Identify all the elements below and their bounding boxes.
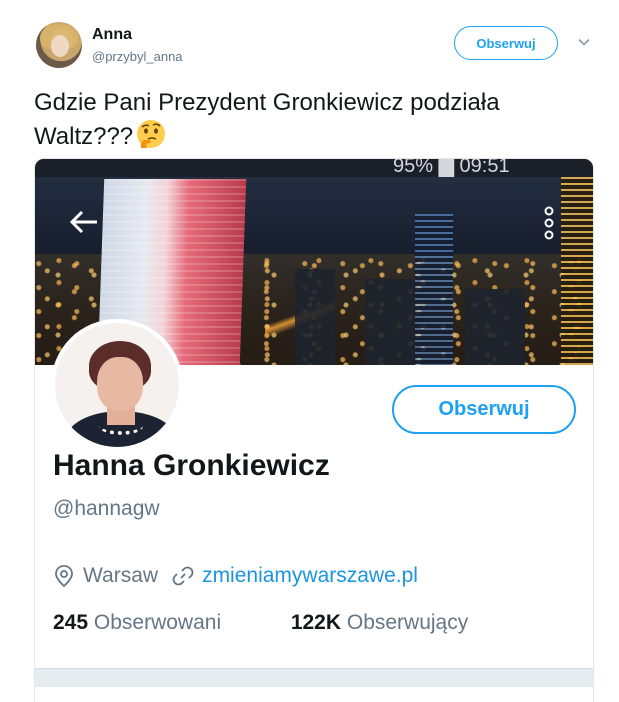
followers-label: Obserwujący bbox=[346, 611, 469, 634]
followers-stat[interactable]: 122K Obserwujący bbox=[291, 611, 468, 634]
location-pin-icon bbox=[55, 565, 73, 588]
tweet-text-content: Gdzie Pani Prezydent Gronkiewicz podział… bbox=[34, 89, 500, 150]
status-bar-text: 95% ▇ 09:51 bbox=[393, 159, 510, 177]
profile-website-link[interactable]: zmieniamywarszawe.pl bbox=[202, 564, 418, 588]
more-options-icon[interactable] bbox=[541, 205, 557, 241]
following-label: Obserwowani bbox=[93, 611, 222, 634]
profile-location: Warsaw bbox=[83, 564, 159, 587]
following-stat[interactable]: 245 Obserwowani bbox=[53, 611, 227, 634]
profile-handle: @hannagw bbox=[53, 497, 160, 520]
profile-stats: 245 Obserwowani 122K Obserwujący bbox=[53, 611, 468, 635]
chevron-down-icon[interactable] bbox=[576, 34, 592, 50]
thinking-face-icon bbox=[137, 120, 166, 148]
embedded-screenshot[interactable]: 95% ▇ 09:51 Obserwuj Hanna Gronkiewicz @… bbox=[34, 158, 594, 702]
followers-count: 122K bbox=[290, 611, 342, 634]
tweet-text: Gdzie Pani Prezydent Gronkiewicz podział… bbox=[34, 88, 594, 152]
following-count: 245 bbox=[53, 611, 89, 634]
status-bar: 95% ▇ 09:51 bbox=[35, 159, 593, 177]
follow-button[interactable]: Obserwuj bbox=[454, 26, 558, 60]
profile-meta: Warsaw zmieniamywarszawe.pl bbox=[53, 561, 418, 591]
profile-avatar[interactable] bbox=[51, 319, 183, 451]
author-avatar[interactable] bbox=[36, 22, 82, 68]
back-arrow-icon[interactable] bbox=[69, 209, 99, 235]
author-handle[interactable]: @przybyl_anna bbox=[92, 49, 183, 64]
section-divider bbox=[35, 668, 593, 687]
author-name[interactable]: Anna bbox=[92, 26, 132, 44]
profile-follow-button[interactable]: Obserwuj bbox=[392, 385, 576, 434]
link-icon bbox=[172, 566, 194, 586]
profile-name: Hanna Gronkiewicz bbox=[53, 449, 330, 482]
